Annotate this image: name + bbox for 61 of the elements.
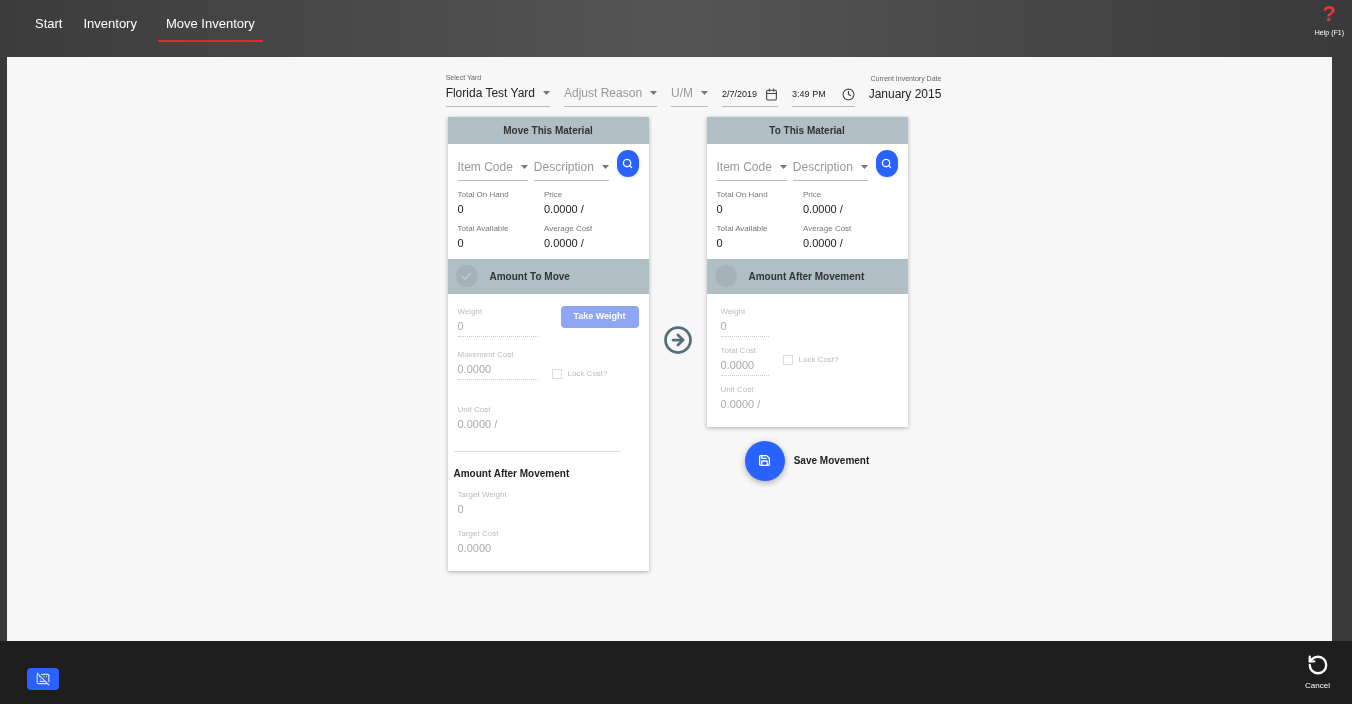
input-field[interactable]: Weight 0: [720, 305, 769, 337]
inventory-date-value: January 2015: [868, 85, 942, 103]
keyboard-off-icon: [36, 671, 50, 686]
card-title: To This Material: [769, 123, 845, 138]
stat-label: Price: [803, 188, 823, 201]
stat-label: Price: [544, 188, 564, 201]
stat-value: 0.0000 /: [544, 235, 585, 251]
arrow-circle-icon: [662, 324, 693, 355]
search-icon: [881, 157, 893, 169]
stat-value: 0: [457, 235, 465, 251]
search-button[interactable]: [875, 149, 898, 177]
stat-value: 0.0000 /: [544, 201, 585, 217]
input-field[interactable]: Weight 0: [457, 305, 538, 337]
adjust-reason-dropdown[interactable]: Adjust Reason: [564, 83, 658, 107]
save-label: Save Movement: [793, 454, 870, 468]
stat-value: 0.0000 /: [803, 201, 844, 217]
section-header: Amount After Movement: [706, 258, 908, 294]
input-field[interactable]: Target Weight 0: [457, 488, 538, 520]
section-header: Amount To Move: [447, 258, 649, 294]
card-title: Move This Material: [503, 123, 593, 138]
search-button[interactable]: [616, 149, 639, 177]
save-button[interactable]: [744, 440, 785, 481]
nav-tab[interactable]: Start: [35, 14, 63, 42]
caret-icon: [543, 90, 550, 95]
description-dropdown[interactable]: Description: [533, 157, 609, 181]
lock-cost-checkbox[interactable]: Lock Cost?: [782, 354, 839, 366]
stat-label: Total Available: [457, 222, 510, 235]
section-heading: Amount After Movement: [453, 466, 571, 481]
item-code-dropdown[interactable]: Item Code: [457, 157, 528, 181]
unit-dropdown[interactable]: U/M: [671, 83, 709, 107]
calendar-icon: [765, 88, 779, 102]
search-icon: [622, 157, 634, 169]
date-field[interactable]: 2/7/2019: [722, 88, 779, 107]
save-icon: [758, 454, 772, 467]
nav-tab[interactable]: Inventory: [83, 14, 137, 42]
caret-icon: [860, 164, 868, 169]
undo-icon: [1306, 653, 1329, 676]
caret-icon: [601, 164, 609, 169]
yard-dropdown[interactable]: Florida Test Yard: [445, 83, 550, 107]
caret-icon: [779, 164, 787, 169]
stat-value: 0.0000 /: [803, 235, 844, 251]
stat-label: Total Available: [716, 222, 769, 235]
input-field[interactable]: Total Cost 0.0000: [720, 344, 769, 376]
caret-icon: [701, 90, 709, 95]
nav-tab[interactable]: Move Inventory: [157, 14, 263, 42]
stat-value: 0: [716, 235, 724, 251]
stat-label: Average Cost: [544, 222, 594, 235]
caret-icon: [520, 164, 528, 169]
lock-cost-checkbox[interactable]: Lock Cost?: [551, 367, 608, 380]
stat-label: Average Cost: [803, 222, 853, 235]
caret-icon: [650, 90, 658, 95]
cancel-button[interactable]: Cancel: [1305, 653, 1330, 692]
time-field[interactable]: 3:49 PM: [792, 88, 855, 107]
item-code-dropdown[interactable]: Item Code: [716, 157, 787, 181]
keyboard-toggle-button[interactable]: [27, 667, 59, 690]
stat-value: 0: [457, 201, 465, 217]
stat-label: Total On Hand: [457, 188, 510, 201]
stat-value: 0: [716, 201, 724, 217]
stat-label: Total On Hand: [716, 188, 769, 201]
description-dropdown[interactable]: Description: [792, 157, 868, 181]
clock-icon: [841, 88, 855, 102]
